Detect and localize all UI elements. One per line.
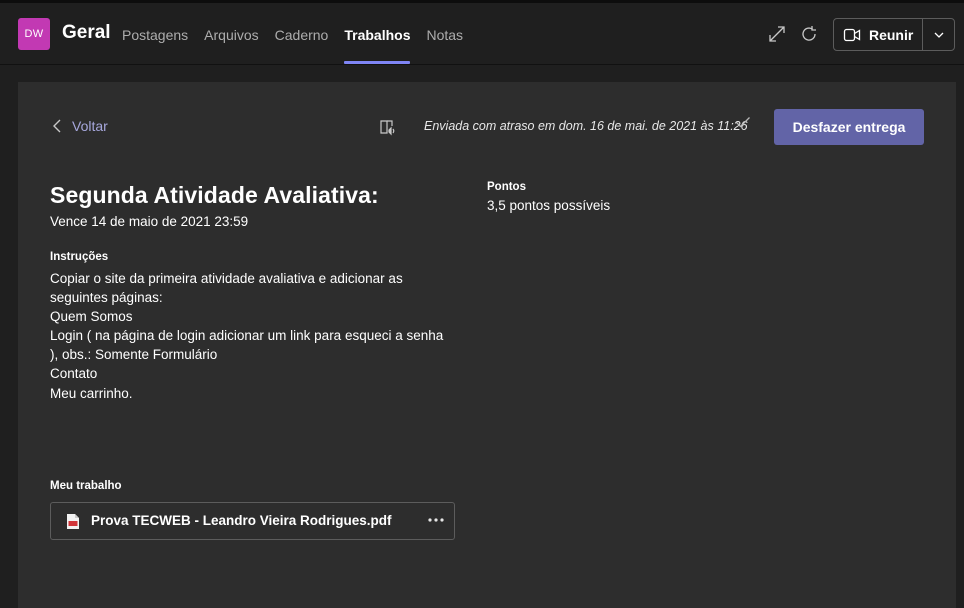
tab-notas[interactable]: Notas <box>426 3 463 65</box>
meet-button[interactable]: Reunir <box>834 19 924 50</box>
immersive-reader-icon[interactable] <box>379 118 397 136</box>
tab-arquivos[interactable]: Arquivos <box>204 3 258 65</box>
instructions-line: Login ( na página de login adicionar um … <box>50 328 444 344</box>
attachment-card[interactable]: Prova TECWEB - Leandro Vieira Rodrigues.… <box>50 502 455 540</box>
chevron-down-icon <box>934 32 944 38</box>
instructions-line: seguintes páginas: <box>50 290 163 306</box>
team-avatar[interactable]: DW <box>18 18 50 50</box>
back-link[interactable]: Voltar <box>52 118 108 134</box>
due-date: Vence 14 de maio de 2021 23:59 <box>50 214 249 229</box>
pdf-file-icon <box>66 513 80 535</box>
meet-button-label: Reunir <box>868 26 914 43</box>
check-icon <box>735 115 751 134</box>
avatar-initials: DW <box>24 28 44 40</box>
instructions-heading: Instruções <box>50 251 109 263</box>
channel-name: Geral <box>62 22 111 43</box>
instructions-body: Copiar o site da primeira atividade aval… <box>50 269 460 403</box>
channel-header: DW Geral Postagens Arquivos Caderno Trab… <box>0 3 964 65</box>
tab-trabalhos[interactable]: Trabalhos <box>344 3 411 65</box>
instructions-line: Meu carrinho. <box>50 385 133 401</box>
instructions-line: Copiar o site da primeira atividade aval… <box>50 271 403 286</box>
tab-caderno[interactable]: Caderno <box>275 3 329 65</box>
meet-options-dropdown[interactable] <box>923 19 954 50</box>
meet-button-group: Reunir <box>833 18 955 51</box>
instructions-line: Contato <box>50 366 98 382</box>
video-camera-icon <box>843 28 861 41</box>
undo-submission-button[interactable]: Desfazer entrega <box>774 109 924 145</box>
chevron-left-icon <box>53 119 61 133</box>
points-value: 3,5 pontos possíveis <box>487 198 611 213</box>
back-link-label: Voltar <box>72 118 108 134</box>
my-work-heading: Meu trabalho <box>50 480 122 492</box>
points-heading: Pontos <box>487 181 526 193</box>
submission-status: Enviada com atraso em dom. 16 de mai. de… <box>424 119 748 133</box>
more-options-icon[interactable] <box>425 509 447 531</box>
assignment-panel: Voltar Enviada com atraso em dom. 16 de … <box>18 82 956 608</box>
refresh-icon[interactable] <box>798 23 820 45</box>
instructions-line: ), obs.: Somente Formulário <box>50 347 218 363</box>
tab-postagens[interactable]: Postagens <box>122 3 188 65</box>
instructions-line: Quem Somos <box>50 309 133 325</box>
assignment-title: Segunda Atividade Avaliativa: <box>50 182 379 208</box>
expand-icon[interactable] <box>766 23 788 45</box>
channel-tabs: Postagens Arquivos Caderno Trabalhos Not… <box>122 3 479 65</box>
attachment-file-name: Prova TECWEB - Leandro Vieira Rodrigues.… <box>91 513 392 528</box>
